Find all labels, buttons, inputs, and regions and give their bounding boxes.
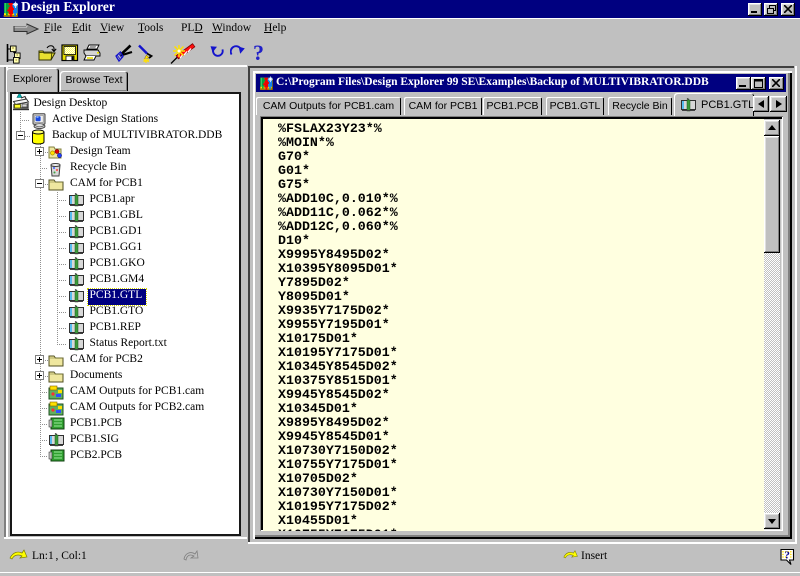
svg-text:?: ? (784, 550, 790, 562)
